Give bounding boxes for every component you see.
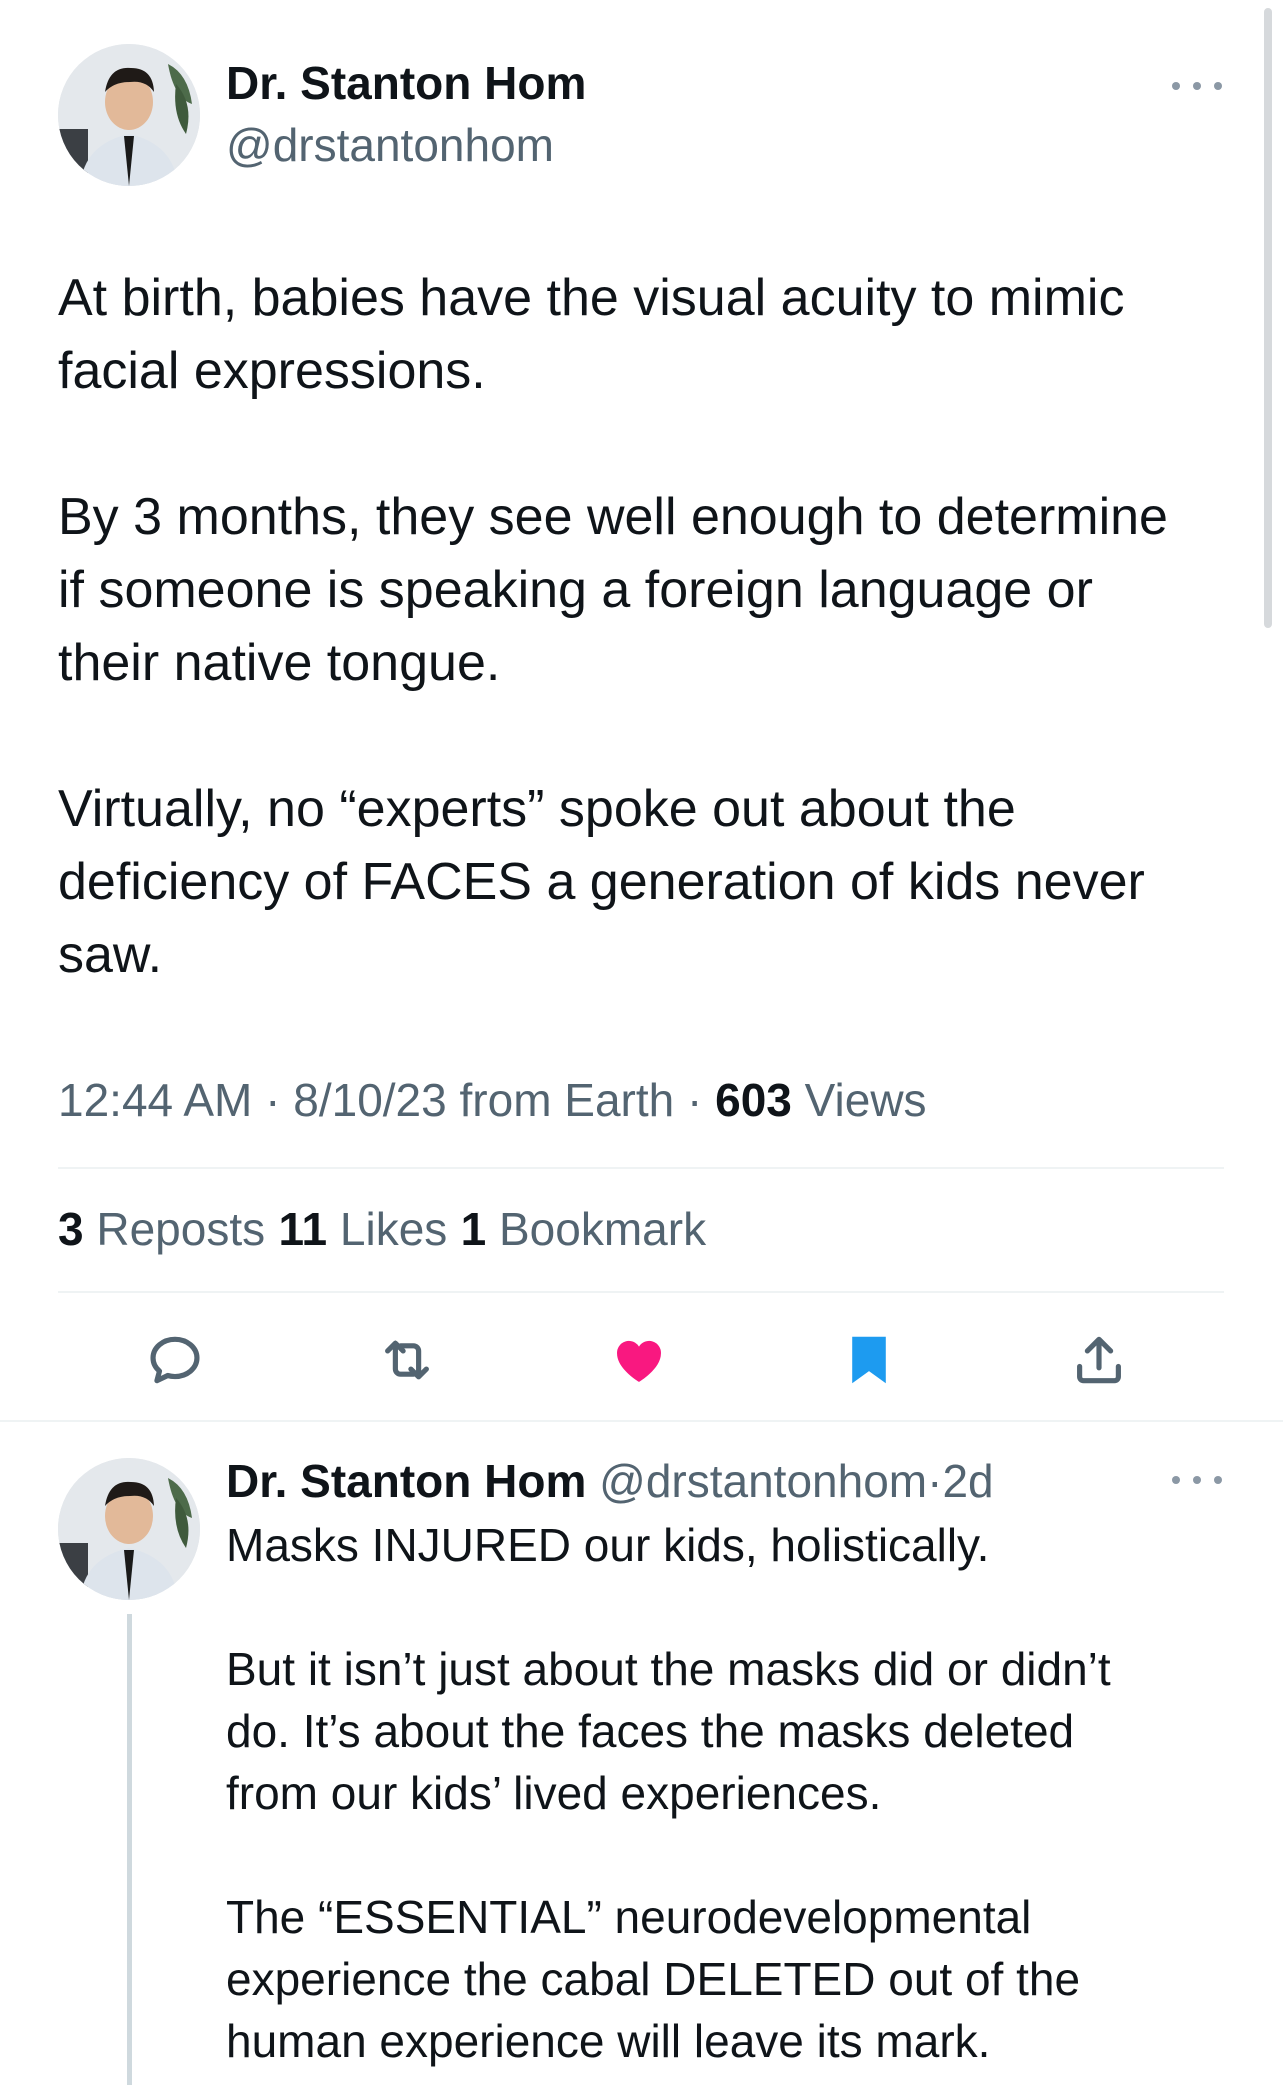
bookmarks-label: Bookmark: [499, 1203, 707, 1255]
share-icon: [1077, 1336, 1121, 1384]
avatar-photo-icon: [58, 44, 200, 186]
tweet-text: At birth, babies have the visual acuity …: [58, 269, 1168, 984]
tweet-meta: 12:44 AM · 8/10/23 from Earth · 603 View…: [58, 1073, 927, 1127]
tweet-time[interactable]: 12:44 AM: [58, 1074, 252, 1126]
more-options-icon[interactable]: [1172, 76, 1222, 96]
repost-button[interactable]: [372, 1325, 442, 1395]
meta-separator: ·: [687, 1074, 703, 1126]
share-button[interactable]: [1064, 1325, 1134, 1395]
reply-age[interactable]: 2d: [942, 1455, 993, 1507]
like-icon: [617, 1340, 661, 1382]
likes-label: Likes: [339, 1203, 448, 1255]
divider: [0, 1420, 1283, 1422]
reply-text: Masks INJURED our kids, holistically. Bu…: [226, 1519, 1111, 2067]
likes-stat[interactable]: 11 Likes: [278, 1203, 447, 1255]
like-button[interactable]: [604, 1325, 674, 1395]
author-avatar[interactable]: [58, 44, 200, 186]
reply-author-name[interactable]: Dr. Stanton Hom: [226, 1455, 586, 1507]
reply-header: Dr. Stanton Hom @drstantonhom·2d: [226, 1454, 994, 1508]
more-options-icon[interactable]: [1172, 1470, 1222, 1490]
likes-count: 11: [278, 1203, 328, 1255]
divider: [58, 1291, 1224, 1293]
meta-separator: ·: [927, 1455, 943, 1507]
repost-icon: [385, 1340, 429, 1380]
divider: [58, 1167, 1224, 1169]
scrollbar[interactable]: [1264, 8, 1272, 628]
bookmark-icon: [852, 1336, 886, 1384]
tweet-location: from Earth: [459, 1074, 675, 1126]
meta-separator: ·: [265, 1074, 281, 1126]
bookmarks-stat[interactable]: 1 Bookmark: [461, 1203, 706, 1255]
author-handle[interactable]: @drstantonhom: [226, 118, 554, 172]
thread-line: [127, 1614, 132, 2085]
views-count: 603: [715, 1074, 792, 1126]
engagement-stats: 3 Reposts 11 Likes 1 Bookmark: [58, 1202, 706, 1256]
reposts-stat[interactable]: 3 Reposts: [58, 1203, 265, 1255]
reply-icon: [150, 1336, 200, 1384]
reply-button[interactable]: [140, 1325, 210, 1395]
reposts-label: Reposts: [96, 1203, 266, 1255]
views-label: Views: [804, 1074, 927, 1126]
bookmarks-count: 1: [460, 1203, 487, 1255]
avatar-photo-icon: [58, 1458, 200, 1600]
reply-author-handle[interactable]: @drstantonhom: [599, 1455, 927, 1507]
author-name[interactable]: Dr. Stanton Hom: [226, 56, 586, 110]
bookmark-button[interactable]: [834, 1325, 904, 1395]
reposts-count: 3: [58, 1203, 84, 1255]
tweet-date[interactable]: 8/10/23: [293, 1074, 446, 1126]
reply-author-avatar[interactable]: [58, 1458, 200, 1600]
